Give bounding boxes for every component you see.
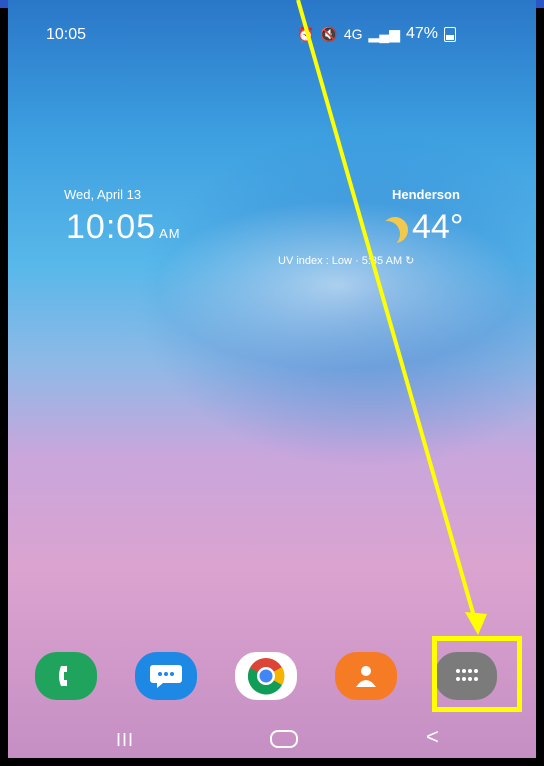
messages-app[interactable] (135, 652, 197, 700)
back-button[interactable]: < (426, 724, 439, 750)
weather-city: Henderson (392, 187, 460, 202)
weather-uv-line: UV index : Low · 5:35 AM ↻ (278, 255, 415, 267)
4g-icon: 4G (343, 26, 363, 42)
annotation-highlight-box (432, 636, 522, 712)
battery-percent: 47% (405, 25, 438, 42)
chrome-app[interactable] (235, 652, 297, 700)
recent-apps-button[interactable]: III (116, 730, 134, 751)
status-time: 10:05 (46, 26, 87, 43)
contacts-app[interactable] (335, 652, 397, 700)
moon-icon (374, 221, 400, 247)
alarm-icon: ⏰ (296, 25, 315, 42)
status-icons: ⏰ 🔇 4G ▂▄▆ 47% (297, 25, 456, 43)
widget-clock-ampm: AM (159, 226, 181, 241)
signal-icon: ▂▄▆ (368, 25, 400, 42)
messages-icon (150, 665, 182, 688)
contacts-icon (356, 666, 376, 687)
mute-icon: 🔇 (320, 25, 338, 42)
chrome-icon (247, 658, 285, 695)
widget-clock-time: 10:05 (66, 208, 157, 246)
weather-widget[interactable]: 44° (380, 208, 463, 247)
home-button[interactable] (270, 730, 298, 748)
battery-icon (444, 26, 456, 42)
weather-temperature: 44° (412, 208, 464, 246)
widget-date: Wed, April 13 (64, 187, 142, 202)
widget-clock[interactable]: 10:05 AM (66, 208, 181, 247)
phone-icon (59, 666, 67, 686)
phone-app[interactable] (35, 652, 97, 700)
